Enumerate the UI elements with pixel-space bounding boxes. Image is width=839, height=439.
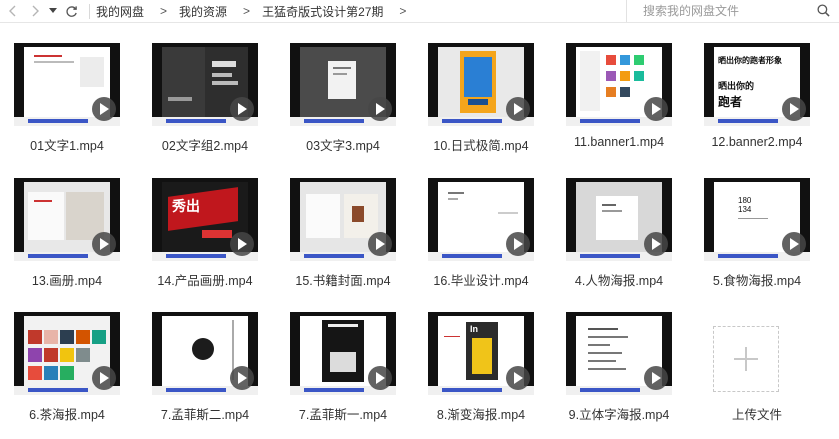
file-item[interactable]: 7.孟菲斯一.mp4	[276, 312, 414, 432]
video-thumbnail	[152, 312, 258, 395]
file-name: 12.banner2.mp4	[711, 135, 803, 149]
video-thumbnail: In	[428, 312, 534, 395]
video-thumbnail	[290, 178, 396, 261]
file-item[interactable]: 7.孟菲斯二.mp4	[138, 312, 276, 432]
play-icon	[92, 232, 116, 256]
file-name: 8.渐变海报.mp4	[436, 408, 526, 422]
file-name: 13.画册.mp4	[31, 274, 103, 288]
file-item[interactable]: In 8.渐变海报.mp4	[414, 312, 552, 432]
file-name: 7.孟菲斯一.mp4	[298, 408, 388, 422]
video-thumbnail	[290, 43, 396, 126]
file-name: 03文字3.mp4	[306, 139, 380, 153]
file-item[interactable]: 6.茶海报.mp4	[0, 312, 138, 432]
video-thumbnail	[14, 178, 120, 261]
upload-drop-zone[interactable]	[713, 326, 779, 392]
play-icon	[506, 97, 530, 121]
file-item[interactable]: 4.人物海报.mp4	[552, 178, 690, 298]
play-icon	[506, 366, 530, 390]
play-icon	[644, 97, 668, 121]
video-thumbnail: 秀出	[152, 178, 258, 261]
file-name: 4.人物海报.mp4	[574, 274, 664, 288]
file-item[interactable]: 180 134 5.食物海报.mp4	[690, 178, 828, 298]
file-name: 02文字组2.mp4	[161, 139, 249, 153]
play-icon	[368, 366, 392, 390]
file-name: 7.孟菲斯二.mp4	[160, 408, 250, 422]
file-name: 9.立体字海报.mp4	[568, 408, 670, 422]
play-icon	[230, 232, 254, 256]
upload-label: 上传文件	[731, 408, 782, 422]
play-icon	[368, 232, 392, 256]
video-thumbnail	[14, 312, 120, 395]
play-icon	[230, 366, 254, 390]
upload-file-button[interactable]: 上传文件	[690, 312, 828, 432]
file-name: 14.产品画册.mp4	[157, 274, 253, 288]
play-icon	[782, 232, 806, 256]
file-grid: 01文字1.mp4 02文字组2.mp4 03文字3.mp4 10.日式极简.m…	[0, 0, 839, 439]
plus-icon	[734, 347, 758, 371]
play-icon	[644, 232, 668, 256]
file-item[interactable]: 晒出你的跑者形象 晒出你的 跑者 12.banner2.mp4	[690, 43, 828, 163]
video-thumbnail	[566, 312, 672, 395]
file-name: 11.banner1.mp4	[573, 135, 665, 149]
file-item[interactable]: 9.立体字海报.mp4	[552, 312, 690, 432]
video-thumbnail: 晒出你的跑者形象 晒出你的 跑者	[704, 43, 810, 126]
video-thumbnail	[428, 178, 534, 261]
file-item[interactable]: 10.日式极简.mp4	[414, 43, 552, 163]
file-name: 01文字1.mp4	[30, 139, 104, 153]
file-name: 16.毕业设计.mp4	[433, 274, 529, 288]
play-icon	[368, 97, 392, 121]
file-item[interactable]: 02文字组2.mp4	[138, 43, 276, 163]
video-thumbnail	[428, 43, 534, 126]
video-thumbnail	[290, 312, 396, 395]
play-icon	[644, 366, 668, 390]
file-item[interactable]: 13.画册.mp4	[0, 178, 138, 298]
file-name: 10.日式极简.mp4	[433, 139, 529, 153]
play-icon	[92, 97, 116, 121]
play-icon	[92, 366, 116, 390]
play-icon	[230, 97, 254, 121]
file-item[interactable]: 03文字3.mp4	[276, 43, 414, 163]
video-thumbnail	[152, 43, 258, 126]
play-icon	[506, 232, 530, 256]
file-item[interactable]: 11.banner1.mp4	[552, 43, 690, 163]
play-icon	[782, 97, 806, 121]
file-item[interactable]: 01文字1.mp4	[0, 43, 138, 163]
file-name: 6.茶海报.mp4	[29, 408, 105, 422]
video-thumbnail	[14, 43, 120, 126]
file-name: 5.食物海报.mp4	[712, 274, 802, 288]
file-item[interactable]: 15.书籍封面.mp4	[276, 178, 414, 298]
file-name: 15.书籍封面.mp4	[295, 274, 391, 288]
file-item[interactable]: 秀出 14.产品画册.mp4	[138, 178, 276, 298]
video-thumbnail: 180 134	[704, 178, 810, 261]
video-thumbnail	[566, 178, 672, 261]
file-item[interactable]: 16.毕业设计.mp4	[414, 178, 552, 298]
video-thumbnail	[566, 43, 672, 126]
